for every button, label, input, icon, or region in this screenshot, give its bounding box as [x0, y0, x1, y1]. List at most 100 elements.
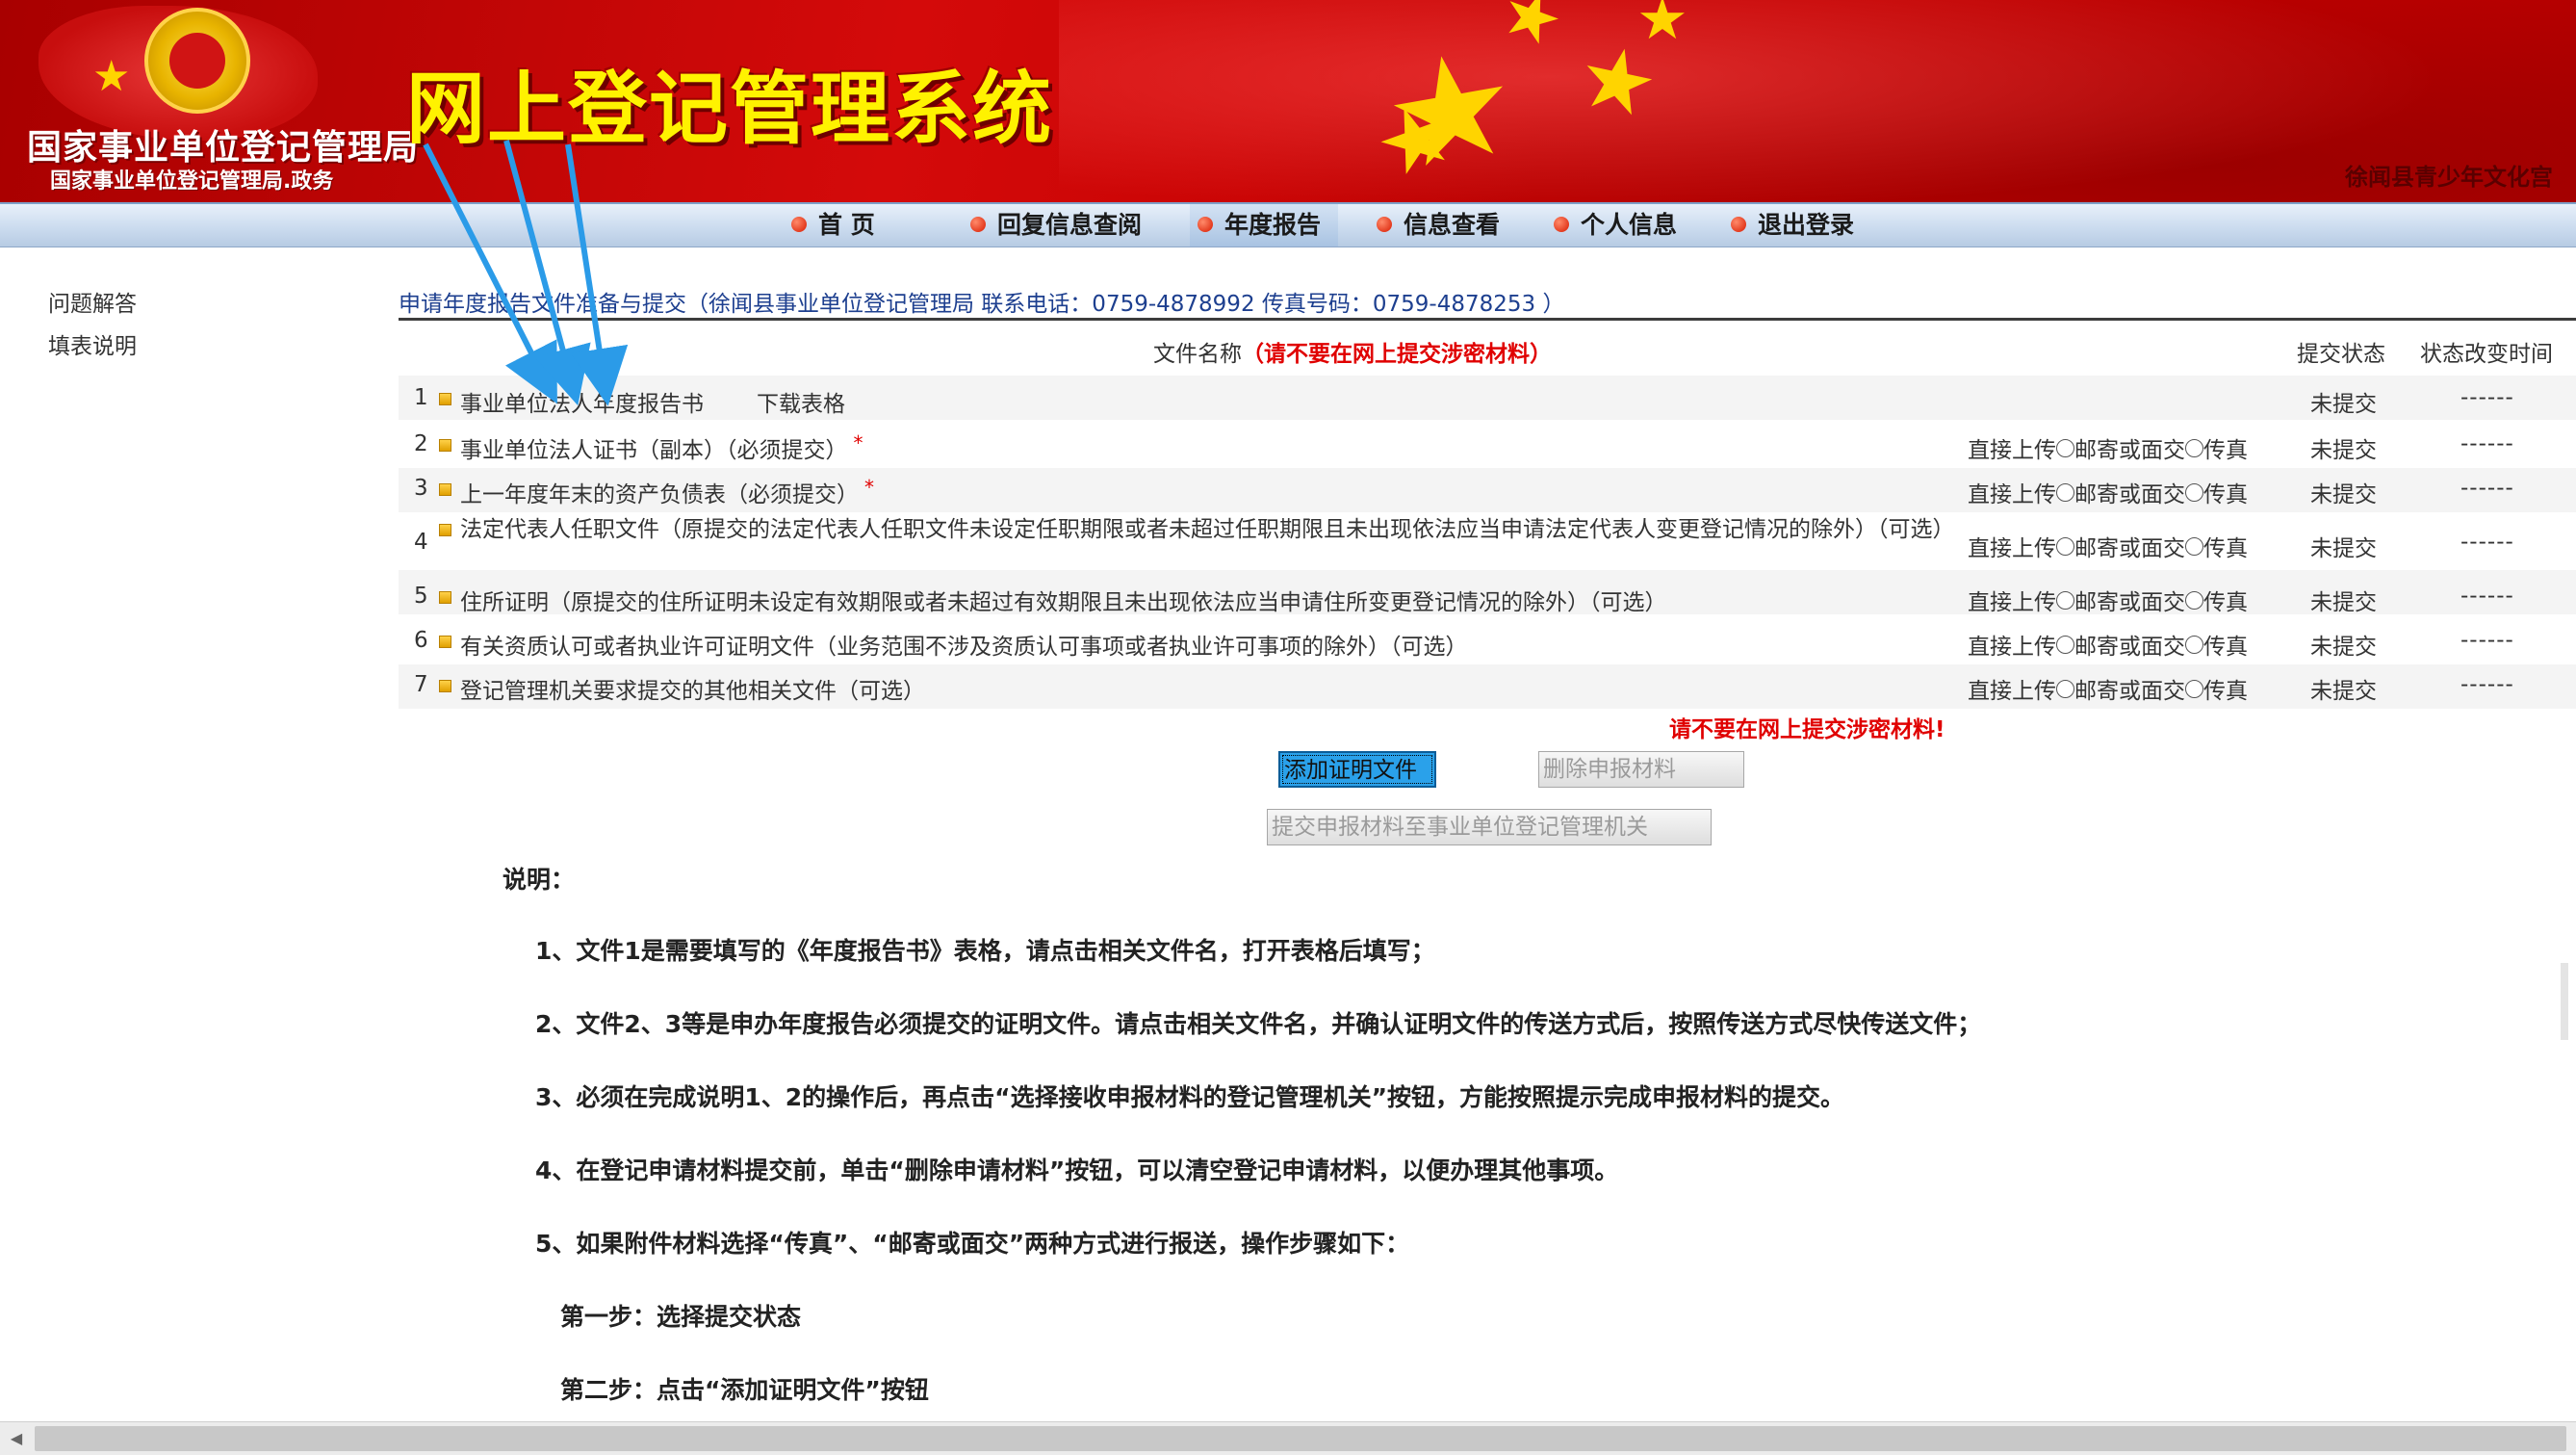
delivery-options: 直接上传 邮寄或面交 传真	[1968, 438, 2248, 463]
delivery-options: 直接上传 邮寄或面交 传真	[1968, 635, 2248, 660]
map-star-icon: ★	[92, 52, 131, 101]
classified-warning: 请不要在网上提交涉密材料!	[1669, 717, 1945, 742]
file-bullet-icon	[439, 680, 451, 692]
radio-fax[interactable]	[2185, 483, 2203, 502]
file-link-balance-sheet[interactable]: 上一年度年末的资产负债表（必须提交） *	[460, 476, 874, 508]
delivery-options: 直接上传 邮寄或面交 传真	[1968, 482, 2248, 507]
required-mark: *	[864, 476, 874, 499]
instruction-item: 4、在登记申请材料提交前，单击“删除申请材料”按钮，可以清空登记申请材料，以便办…	[535, 1156, 1619, 1184]
change-time-value: ------	[2460, 530, 2514, 555]
nav-bullet-icon	[970, 217, 986, 232]
sidebar-item-form-guide[interactable]: 填表说明	[48, 327, 137, 360]
file-link-license-proof[interactable]: 有关资质认可或者执业许可证明文件（业务范围不涉及资质认可事项或者执业许可事项的除…	[460, 628, 1468, 661]
row-number: 5	[414, 584, 428, 609]
change-time-value: ------	[2460, 385, 2514, 410]
page-title: 申请年度报告文件准备与提交（徐闻县事业单位登记管理局 联系电话：0759-487…	[399, 292, 1565, 317]
row-number: 2	[414, 431, 428, 456]
delete-materials-button[interactable]: 删除申报材料	[1538, 751, 1744, 788]
nav-home[interactable]: 首 页	[791, 204, 875, 247]
header-divider	[399, 318, 2576, 321]
nav-bullet-icon	[1198, 217, 1213, 232]
status-value: 未提交	[2310, 590, 2377, 615]
radio-fax[interactable]	[2185, 591, 2203, 610]
change-time-value: ------	[2460, 431, 2514, 456]
national-emblem-icon	[144, 8, 250, 114]
main-nav: 首 页 回复信息查阅 年度报告 信息查看 个人信息 退出登录	[0, 202, 2576, 247]
radio-mail[interactable]	[2056, 636, 2074, 654]
flag-star-icon: ★	[1636, 0, 1688, 53]
download-form-link[interactable]: 下载表格	[757, 385, 845, 418]
row-number: 1	[414, 385, 428, 410]
instruction-item: 5、如果附件材料选择“传真”、“邮寄或面交”两种方式进行报送，操作步骤如下：	[535, 1230, 1410, 1258]
radio-mail[interactable]	[2056, 591, 2074, 610]
radio-mail[interactable]	[2056, 680, 2074, 698]
unit-name: 徐闻县青少年文化宫	[2345, 164, 2553, 191]
sidebar-item-faq[interactable]: 问题解答	[48, 285, 137, 318]
horizontal-scrollbar[interactable]: ◀	[0, 1421, 2576, 1455]
change-time-value: ------	[2460, 584, 2514, 609]
vertical-scroll-track[interactable]	[2561, 963, 2568, 1040]
nav-info-view[interactable]: 信息查看	[1377, 204, 1500, 247]
file-link-address-proof[interactable]: 住所证明（原提交的住所证明未设定有效期限或者未超过有效期限且未出现依法应当申请住…	[460, 584, 1667, 616]
change-time-value: ------	[2460, 476, 2514, 501]
radio-mail[interactable]	[2056, 439, 2074, 457]
file-bullet-icon	[439, 439, 451, 452]
instruction-item: 1、文件1是需要填写的《年度报告书》表格，请点击相关文件名，打开表格后填写；	[535, 937, 1435, 965]
radio-fax[interactable]	[2185, 636, 2203, 654]
file-name-warning: （请不要在网上提交涉密材料）	[1242, 342, 1552, 367]
file-bullet-icon	[439, 393, 451, 405]
file-bullet-icon	[439, 636, 451, 648]
status-value: 未提交	[2310, 392, 2377, 417]
status-value: 未提交	[2310, 482, 2377, 507]
delivery-options: 直接上传 邮寄或面交 传真	[1968, 536, 2248, 561]
change-time-value: ------	[2460, 672, 2514, 697]
row-number: 3	[414, 476, 428, 501]
required-mark: *	[853, 431, 863, 455]
instruction-step: 第一步：选择提交状态	[560, 1303, 802, 1331]
radio-mail[interactable]	[2056, 483, 2074, 502]
delivery-options: 直接上传 邮寄或面交 传真	[1968, 590, 2248, 615]
org-name: 国家事业单位登记管理局	[27, 128, 420, 168]
file-link-legal-rep-appointment[interactable]: 法定代表人任职文件（原提交的法定代表人任职文件未设定任职期限或者未超过任职期限且…	[460, 514, 1962, 545]
submit-materials-button[interactable]: 提交申报材料至事业单位登记管理机关	[1267, 809, 1712, 845]
file-bullet-icon	[439, 591, 451, 604]
nav-reply-info[interactable]: 回复信息查阅	[970, 204, 1142, 247]
file-bullet-icon	[439, 483, 451, 496]
file-link-annual-report[interactable]: 事业单位法人年度报告书	[460, 385, 704, 418]
nav-bullet-icon	[1377, 217, 1392, 232]
col-header-change-time: 状态改变时间	[2420, 342, 2553, 367]
scrollbar-thumb[interactable]	[35, 1426, 2566, 1451]
system-title: 网上登记管理系统	[406, 64, 1054, 155]
nav-bullet-icon	[1554, 217, 1569, 232]
radio-mail[interactable]	[2056, 537, 2074, 556]
nav-bullet-icon	[791, 217, 807, 232]
instructions-title: 说明：	[502, 866, 576, 894]
status-value: 未提交	[2310, 438, 2377, 463]
instruction-item: 3、必须在完成说明1、2的操作后，再点击“选择接收申报材料的登记管理机关”按钮，…	[535, 1083, 1845, 1111]
header-banner: ★ ★ ★ ★ ★ ★ 国家事业单位登记管理局 国家事业单位登记管理局.政务 网…	[0, 0, 2576, 202]
add-proof-button[interactable]: 添加证明文件	[1278, 751, 1436, 788]
row-number: 6	[414, 628, 428, 653]
change-time-value: ------	[2460, 628, 2514, 653]
radio-fax[interactable]	[2185, 537, 2203, 556]
row-number: 4	[414, 530, 428, 555]
col-header-status: 提交状态	[2297, 342, 2385, 367]
row-background	[399, 376, 2576, 420]
file-link-legal-certificate[interactable]: 事业单位法人证书（副本）（必须提交） *	[460, 431, 863, 464]
org-subtitle: 国家事业单位登记管理局.政务	[50, 169, 334, 194]
radio-fax[interactable]	[2185, 439, 2203, 457]
file-link-other-docs[interactable]: 登记管理机关要求提交的其他相关文件（可选）	[460, 672, 925, 705]
instruction-item: 2、文件2、3等是申办年度报告必须提交的证明文件。请点击相关文件名，并确认证明文…	[535, 1010, 1982, 1038]
status-value: 未提交	[2310, 679, 2377, 704]
status-value: 未提交	[2310, 635, 2377, 660]
delivery-options: 直接上传 邮寄或面交 传真	[1968, 679, 2248, 704]
col-header-file-name: 文件名称（请不要在网上提交涉密材料）	[1153, 342, 1552, 367]
nav-annual-report[interactable]: 年度报告	[1190, 204, 1339, 247]
nav-bullet-icon	[1731, 217, 1746, 232]
scroll-left-icon[interactable]: ◀	[0, 1422, 33, 1455]
status-value: 未提交	[2310, 536, 2377, 561]
nav-personal-info[interactable]: 个人信息	[1554, 204, 1677, 247]
nav-logout[interactable]: 退出登录	[1731, 204, 1854, 247]
instruction-step: 第二步：点击“添加证明文件”按钮	[560, 1376, 929, 1404]
radio-fax[interactable]	[2185, 680, 2203, 698]
